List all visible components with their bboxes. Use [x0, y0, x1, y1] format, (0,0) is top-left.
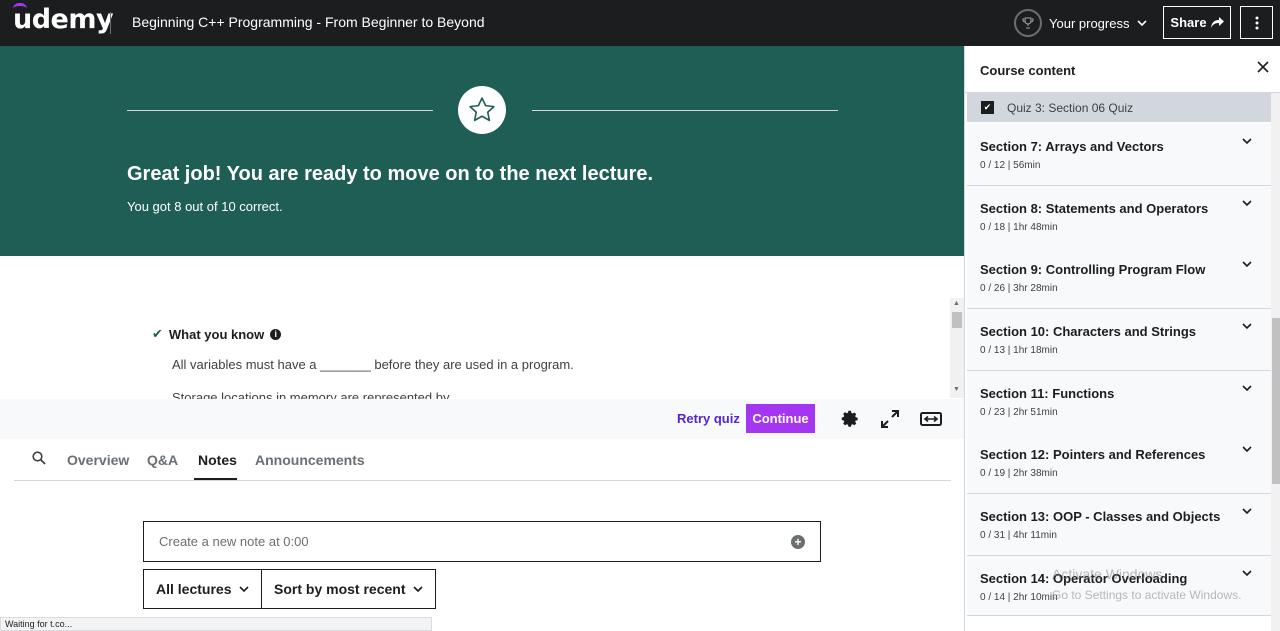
- section-title: Section 10: Characters and Strings: [980, 324, 1197, 339]
- sidebar-section[interactable]: Section 9: Controlling Program Flow 0 / …: [967, 247, 1271, 309]
- sidebar-section[interactable]: Section 7: Arrays and Vectors 0 / 12 | 5…: [967, 124, 1271, 186]
- star-icon: [458, 86, 506, 134]
- sidebar-section[interactable]: Section 13: OOP - Classes and Objects 0 …: [967, 494, 1271, 556]
- section-meta: 0 / 13 | 1hr 18min: [980, 345, 1058, 356]
- settings-gear-icon[interactable]: [840, 409, 860, 429]
- sidebar-section[interactable]: Section 12: Pointers and References 0 / …: [967, 432, 1271, 494]
- share-arrow-icon: [1210, 17, 1224, 28]
- chevron-down-icon: [1137, 20, 1148, 26]
- section-meta: 0 / 18 | 1hr 48min: [980, 222, 1058, 233]
- section-title: Section 9: Controlling Program Flow: [980, 262, 1206, 277]
- vertical-dots-icon: [1255, 16, 1258, 29]
- share-label: Share: [1170, 15, 1207, 30]
- search-icon[interactable]: [32, 451, 46, 470]
- new-note-placeholder: Create a new note at 0:00: [159, 534, 309, 549]
- what-you-know-heading: ✔ What you know i: [152, 326, 282, 342]
- completed-checkbox[interactable]: ✔: [981, 101, 994, 114]
- course-title[interactable]: Beginning C++ Programming - From Beginne…: [132, 14, 485, 30]
- windows-activation-hint: Go to Settings to activate Windows.: [1052, 588, 1242, 602]
- section-title: Section 11: Functions: [980, 386, 1115, 401]
- top-bar: udemy Beginning C++ Programming - From B…: [0, 0, 1280, 46]
- chevron-down-icon: [1242, 261, 1252, 267]
- progress-label: Your progress: [1049, 15, 1130, 31]
- tab-notes[interactable]: Notes: [198, 452, 237, 468]
- chevron-down-icon: [1242, 323, 1252, 329]
- share-button[interactable]: Share: [1163, 6, 1231, 39]
- section-meta: 0 / 12 | 56min: [980, 160, 1041, 171]
- section-meta: 0 / 31 | 4hr 11min: [980, 530, 1057, 541]
- logo-text: udemy: [13, 4, 114, 35]
- section-title: Section 8: Statements and Operators: [980, 201, 1209, 216]
- sidebar-section[interactable]: Section 14: Operator Overloading 0 / 14 …: [967, 556, 1271, 616]
- continue-button[interactable]: Continue: [746, 404, 815, 433]
- review-question: All variables must have a _______ before…: [172, 357, 574, 372]
- udemy-logo[interactable]: udemy: [13, 0, 114, 46]
- active-tab-indicator: [194, 478, 237, 480]
- progress-button[interactable]: Your progress: [1014, 9, 1148, 37]
- scrollbar-thumb[interactable]: [952, 312, 962, 328]
- chevron-down-icon: [1242, 508, 1252, 514]
- section-title: Section 12: Pointers and References: [980, 447, 1206, 462]
- chevron-down-icon: [239, 586, 250, 592]
- close-icon[interactable]: [1257, 60, 1269, 78]
- scroll-up-icon[interactable]: ▲: [953, 300, 960, 307]
- banner-line-right: [532, 110, 838, 111]
- tab-qa[interactable]: Q&A: [147, 452, 178, 468]
- check-icon: ✔: [152, 326, 163, 341]
- info-icon[interactable]: i: [270, 328, 282, 340]
- new-note-input[interactable]: Create a new note at 0:00 +: [143, 521, 821, 562]
- retry-quiz-button[interactable]: Retry quiz: [677, 411, 740, 426]
- section-title: Section 7: Arrays and Vectors: [980, 139, 1164, 154]
- browser-status-bar: Waiting for t.co...: [0, 617, 432, 631]
- lecture-tabs: Overview Q&A Notes Announcements: [14, 439, 951, 481]
- chevron-down-icon: [1242, 200, 1252, 206]
- result-score: You got 8 out of 10 correct.: [127, 199, 283, 214]
- trophy-icon: [1014, 9, 1042, 37]
- section-meta: 0 / 23 | 2hr 51min: [980, 407, 1058, 418]
- section-title: Section 13: OOP - Classes and Objects: [980, 509, 1221, 524]
- sidebar-scrollbar[interactable]: [1271, 93, 1280, 631]
- section-meta: 0 / 14 | 2hr 10min: [980, 592, 1058, 603]
- banner-line-left: [127, 110, 433, 111]
- what-you-know-label: What you know: [168, 326, 265, 342]
- sidebar-section[interactable]: Section 11: Functions 0 / 23 | 2hr 51min: [967, 371, 1271, 433]
- sort-label: Sort by most recent: [274, 581, 406, 597]
- quiz-review-panel: ✔ What you know i All variables must hav…: [0, 256, 964, 399]
- windows-activation-watermark: Activate Windows: [1052, 566, 1163, 582]
- sidebar-section[interactable]: Section 8: Statements and Operators 0 / …: [967, 186, 1271, 248]
- expand-width-icon[interactable]: [920, 409, 942, 429]
- review-scrollbar[interactable]: ▲ ▼: [950, 298, 964, 398]
- header-divider: [110, 12, 111, 34]
- tab-announcements[interactable]: Announcements: [255, 452, 365, 468]
- more-options-button[interactable]: [1240, 6, 1273, 39]
- sidebar-header: Course content: [965, 46, 1280, 93]
- section-meta: 0 / 26 | 3hr 28min: [980, 283, 1058, 294]
- chevron-down-icon: [1242, 385, 1252, 391]
- quiz-action-bar: Retry quiz Continue: [0, 399, 964, 439]
- add-note-icon[interactable]: +: [791, 535, 805, 549]
- sidebar-title: Course content: [980, 63, 1076, 78]
- scroll-down-icon[interactable]: ▼: [953, 386, 960, 393]
- lecture-filter-dropdown[interactable]: All lectures: [143, 569, 263, 609]
- quiz-result-banner: Great job! You are ready to move on to t…: [0, 46, 964, 256]
- quiz-item-label: Quiz 3: Section 06 Quiz: [1007, 100, 1134, 115]
- sidebar-section[interactable]: Section 10: Characters and Strings 0 / 1…: [967, 309, 1271, 371]
- result-title: Great job! You are ready to move on to t…: [127, 163, 654, 185]
- tab-overview[interactable]: Overview: [67, 452, 129, 468]
- lecture-filter-label: All lectures: [156, 581, 232, 597]
- sidebar-scrollbar-thumb[interactable]: [1272, 318, 1280, 484]
- fullscreen-icon[interactable]: [880, 409, 900, 429]
- chevron-down-icon: [1242, 570, 1252, 576]
- chevron-down-icon: [1242, 138, 1252, 144]
- review-question: Storage locations in memory are represen…: [172, 390, 450, 399]
- course-content-sidebar: Course content ✔ Quiz 3: Section 06 Quiz…: [964, 46, 1280, 631]
- chevron-down-icon: [413, 586, 424, 592]
- current-quiz-item[interactable]: ✔ Quiz 3: Section 06 Quiz: [967, 93, 1271, 122]
- sort-dropdown[interactable]: Sort by most recent: [261, 569, 437, 609]
- chevron-down-icon: [1242, 446, 1252, 452]
- section-meta: 0 / 19 | 2hr 38min: [980, 468, 1058, 479]
